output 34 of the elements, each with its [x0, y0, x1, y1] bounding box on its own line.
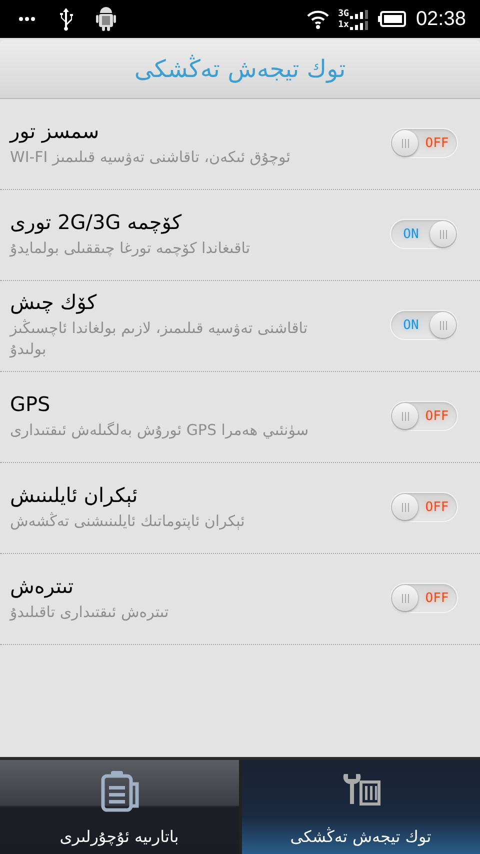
screen-title: توك تيجەش تەڭشكى: [134, 55, 346, 83]
setting-description: تىترەش ئىقتىدارى تاقىلىدۇ: [10, 602, 169, 622]
signal-icon: [350, 20, 370, 30]
clock: 02:38: [416, 8, 466, 30]
setting-title: كۆچمە 2G/3G تورى: [10, 210, 182, 234]
toggle-switch[interactable]: OFF: [390, 128, 458, 158]
setting-description: سۈنئىي ھەمرا GPS ئورۇش بەلگىلەش ئىقتىدارى: [10, 420, 309, 440]
setting-title: GPS: [10, 392, 50, 416]
tab[interactable]: باتارىيە ئۇچۇرلىرى: [0, 760, 238, 854]
setting-description: تاقىغاندا كۆچمە تورغا چىققىلى بولمايدۇ: [10, 238, 250, 258]
setting-description: تاقاشنى تەۋسيە قىلىمىز، لازىم بولغاندا ئاچسىڭىز بولىدۇ: [10, 318, 309, 360]
network-label: 1x: [338, 20, 349, 30]
android-icon: [96, 6, 116, 32]
setting-title: سمسز تور: [10, 118, 100, 142]
toggle-switch[interactable]: OFF: [390, 401, 458, 431]
battery-icon: [99, 770, 140, 812]
toggle-switch[interactable]: OFF: [390, 492, 458, 522]
setting-title: تىترەش: [10, 574, 74, 598]
setting-title: ئېكران ئايلىنىش: [10, 482, 138, 506]
setting-description: ئوچۇق ئىكەن، تاقاشنى تەۋسيە قىلىمىز WI-FI: [10, 146, 290, 168]
wifi-icon: [306, 9, 330, 29]
tab-label: باتارىيە ئۇچۇرلىرى: [60, 827, 179, 846]
network-label: 3G: [338, 8, 349, 18]
more-icon: [18, 16, 36, 22]
setting-title: كۆك چىش: [10, 290, 97, 314]
battery-icon: [378, 11, 406, 27]
toggle-switch[interactable]: ON: [390, 219, 458, 249]
tab-label: توك تيجەش تەڭشكى: [290, 827, 432, 846]
signal-icon: [350, 10, 370, 18]
tab[interactable]: توك تيجەش تەڭشكى: [242, 760, 480, 854]
setting-description: ئېكران ئاپتوماتىك ئايلىنىشنى تەڭشەش: [10, 510, 245, 532]
toggle-switch[interactable]: OFF: [390, 583, 458, 613]
usb-icon: [58, 7, 74, 31]
toggle-switch[interactable]: ON: [390, 310, 458, 340]
